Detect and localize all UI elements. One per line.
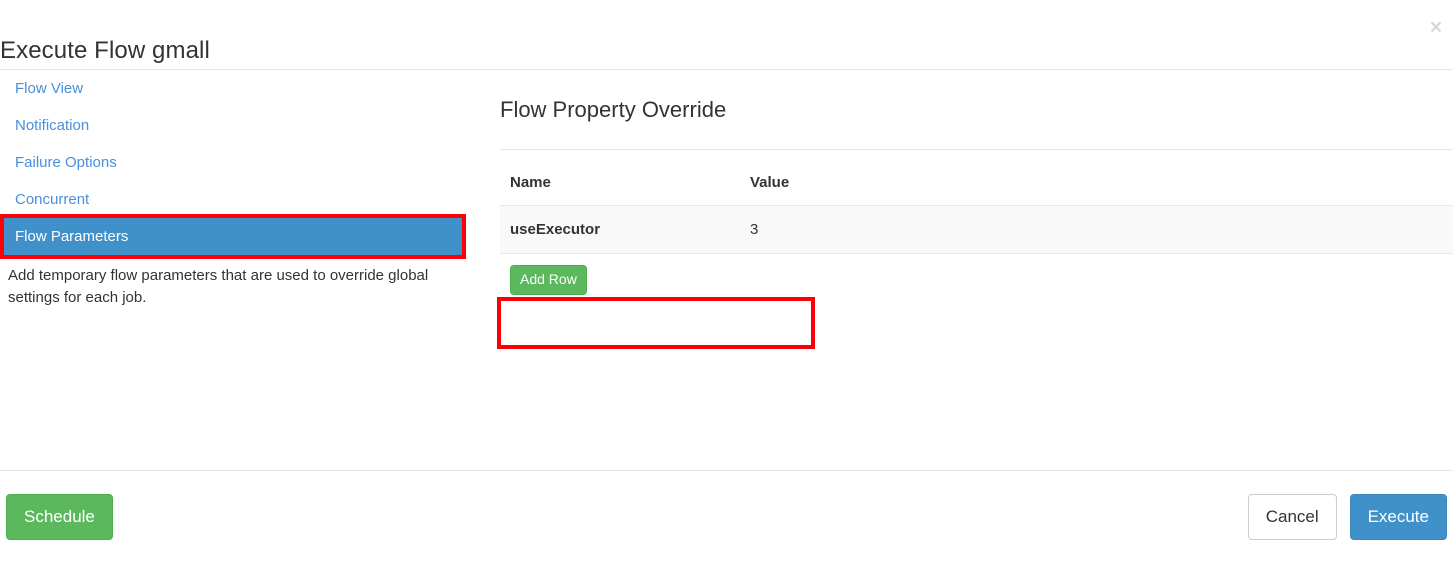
cell-property-extra (815, 205, 1453, 255)
column-header-name: Name (510, 174, 551, 192)
sidebar-item-flow-parameters[interactable]: Flow Parameters (0, 218, 466, 255)
table-row[interactable]: useExecutor 3 (500, 205, 1453, 255)
sidebar-item-flow-parameters-row: Flow Parameters (0, 214, 466, 259)
close-icon[interactable]: × (1425, 17, 1447, 39)
cancel-button[interactable]: Cancel (1247, 494, 1337, 540)
table-body: useExecutor 3 (500, 205, 1453, 255)
sidebar-item-failure-options[interactable]: Failure Options (0, 144, 466, 181)
modal-body: Flow View Notification Failure Options C… (0, 70, 1453, 470)
panel-title: Flow Property Override (500, 97, 727, 122)
panel-divider (500, 149, 1453, 151)
execute-button[interactable]: Execute (1349, 494, 1447, 540)
column-header-value: Value (750, 174, 790, 192)
sidebar-item-failure-options-row: Failure Options (0, 144, 466, 181)
main-panel: Flow Property Override Name Value useExe… (500, 70, 1453, 470)
sidebar-item-flow-view[interactable]: Flow View (0, 70, 466, 107)
flow-property-override-table: Name Value useExecutor 3 (500, 174, 1453, 255)
sidebar-item-concurrent-row: Concurrent (0, 181, 466, 218)
sidebar-description: Add temporary flow parameters that are u… (8, 267, 429, 306)
schedule-button[interactable]: Schedule (6, 494, 113, 540)
table-header: Name Value (500, 174, 1453, 206)
add-row-button[interactable]: Add Row (510, 265, 587, 295)
sidebar-item-concurrent[interactable]: Concurrent (0, 181, 466, 218)
modal-header: Execute Flow gmall × (0, 0, 1453, 70)
cell-property-name[interactable]: useExecutor (500, 205, 740, 255)
sidebar: Flow View Notification Failure Options C… (0, 70, 466, 470)
sidebar-item-notification[interactable]: Notification (0, 107, 466, 144)
cell-property-value[interactable]: 3 (740, 205, 815, 255)
sidebar-item-notification-row: Notification (0, 107, 466, 144)
footer-left-group: Schedule (6, 494, 113, 540)
column-header-extra (815, 174, 1453, 206)
footer-right-group: Cancel Execute (1239, 494, 1447, 540)
sidebar-item-flow-view-row: Flow View (0, 70, 466, 107)
table-header-row: Name Value (500, 174, 1453, 206)
page-title: Execute Flow gmall (0, 37, 210, 65)
modal-footer: Schedule Cancel Execute (0, 470, 1453, 561)
